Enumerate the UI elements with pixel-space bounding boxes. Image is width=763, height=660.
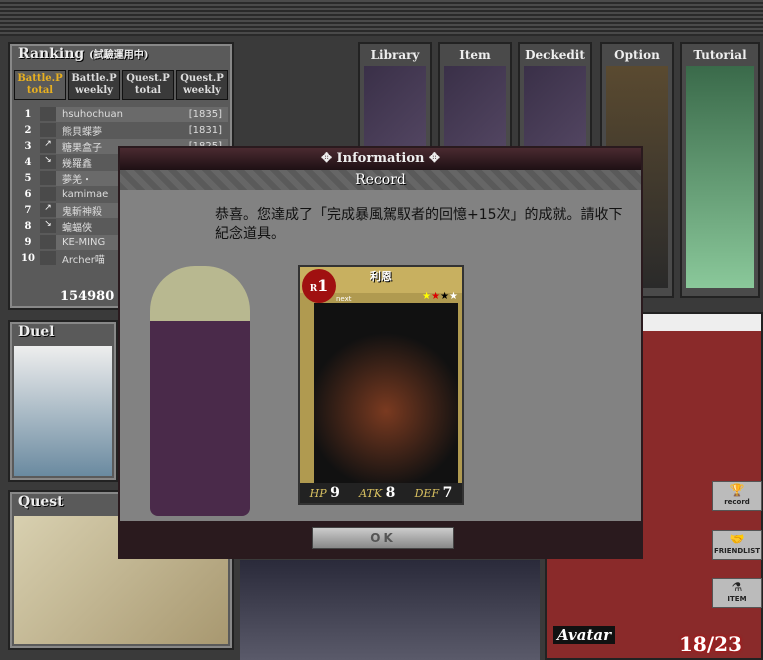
player-name: 熊貝蝶夢 bbox=[62, 126, 102, 138]
character-portrait bbox=[150, 266, 250, 516]
card-level-badge: R1 bbox=[302, 269, 336, 303]
ok-button[interactable]: OK bbox=[312, 527, 454, 549]
item-button[interactable]: ⚗ ITEM bbox=[712, 578, 762, 608]
tab-battle-weekly[interactable]: Battle.P weekly bbox=[68, 70, 120, 100]
rank-number: 6 bbox=[24, 188, 32, 200]
menu-label: Option bbox=[614, 48, 660, 62]
trend-arrow-icon: ↘ bbox=[40, 155, 56, 169]
menu-label: Library bbox=[370, 48, 420, 62]
rank-number: 8 bbox=[24, 220, 32, 232]
trend-arrow-icon: ↗ bbox=[40, 203, 56, 217]
avatar-count: 18/23 bbox=[679, 632, 742, 656]
quest-title: Quest bbox=[18, 494, 64, 510]
rank-number: 5 bbox=[24, 172, 32, 184]
def-value: 7 bbox=[442, 485, 453, 501]
hp-value: 9 bbox=[330, 485, 340, 501]
rank-number: 2 bbox=[24, 124, 32, 136]
potion-icon: ⚗ bbox=[731, 580, 743, 594]
player-name: 糖果盒子 bbox=[62, 142, 102, 154]
trend-arrow-icon bbox=[40, 123, 56, 137]
information-dialog: ✥ Information ✥ Record 恭喜。您達成了「完成暴風駕馭者的回… bbox=[118, 146, 643, 559]
rank-number: 9 bbox=[24, 236, 32, 248]
friendlist-button[interactable]: 🤝 FRIENDLIST bbox=[712, 530, 762, 560]
hp-label: HP bbox=[309, 487, 327, 500]
trend-arrow-icon: ↘ bbox=[40, 219, 56, 233]
ranking-title: Ranking (試驗運用中) bbox=[18, 46, 149, 62]
trend-arrow-icon bbox=[40, 235, 56, 249]
rank-number: 1 bbox=[24, 108, 32, 120]
trophy-icon: 🏆 bbox=[729, 483, 745, 497]
player-name: Archer喵 bbox=[62, 254, 105, 266]
reward-card: 利恩 R1 next ★★★★ HP 9 ATK 8 DEF 7 bbox=[298, 265, 464, 505]
card-stats: HP 9 ATK 8 DEF 7 bbox=[300, 483, 462, 503]
dialog-header: ✥ Information ✥ bbox=[120, 148, 641, 170]
rank-number: 10 bbox=[21, 252, 35, 264]
record-label: record bbox=[724, 498, 750, 506]
card-level: 1 bbox=[317, 276, 329, 295]
card-art bbox=[314, 303, 458, 483]
ranking-title-text: Ranking bbox=[18, 46, 85, 62]
player-name: KE-MING bbox=[62, 236, 106, 248]
avatar-label: Avatar bbox=[553, 626, 616, 644]
top-bar bbox=[0, 0, 763, 36]
player-name: kamimae bbox=[62, 188, 109, 200]
player-score: [1831] bbox=[188, 124, 222, 136]
ranking-subtitle: (試驗運用中) bbox=[89, 50, 149, 61]
player-score: [1835] bbox=[188, 108, 222, 120]
background-art bbox=[240, 560, 540, 660]
item-label: ITEM bbox=[727, 595, 747, 603]
menu-label: Tutorial bbox=[693, 48, 747, 62]
trend-arrow-icon bbox=[40, 107, 56, 121]
def-label: DEF bbox=[414, 487, 440, 500]
trend-arrow-icon bbox=[40, 187, 56, 201]
rank-number: 3 bbox=[24, 140, 32, 152]
dialog-title: Information bbox=[336, 151, 425, 166]
trend-arrow-icon bbox=[40, 251, 56, 265]
ranking-row[interactable]: 2 熊貝蝶夢 [1831] bbox=[16, 122, 228, 138]
player-name: 幾羅鑫 bbox=[62, 158, 92, 170]
trend-arrow-icon bbox=[40, 171, 56, 185]
player-name: 夢羌・ bbox=[62, 174, 92, 186]
points-total: 154980 bbox=[60, 289, 115, 304]
rank-number: 4 bbox=[24, 156, 32, 168]
trend-arrow-icon: ↗ bbox=[40, 139, 56, 153]
atk-value: 8 bbox=[385, 485, 396, 501]
menu-label: Item bbox=[459, 48, 491, 62]
menu-tutorial[interactable]: Tutorial bbox=[680, 42, 760, 298]
card-next: next bbox=[336, 295, 352, 303]
player-name: 鬼斬神殺 bbox=[62, 206, 102, 218]
player-name: 蝙蝠俠 bbox=[62, 222, 92, 234]
ranking-row[interactable]: 1 hsuhochuan [1835] bbox=[16, 106, 228, 122]
duel-panel[interactable]: Duel bbox=[8, 320, 118, 482]
card-stars: ★★★★ bbox=[422, 291, 458, 302]
tab-quest-weekly[interactable]: Quest.P weekly bbox=[176, 70, 228, 100]
dialog-message: 恭喜。您達成了「完成暴風駕馭者的回憶+15次」的成就。請收下紀念道具。 bbox=[215, 207, 623, 242]
dialog-subtitle: Record bbox=[120, 170, 641, 190]
menu-label: Deckedit bbox=[525, 48, 585, 62]
player-name: hsuhochuan bbox=[62, 108, 123, 120]
record-button[interactable]: 🏆 record bbox=[712, 481, 762, 511]
duel-title: Duel bbox=[18, 324, 55, 340]
friendlist-label: FRIENDLIST bbox=[713, 547, 761, 555]
tab-quest-total[interactable]: Quest.P total bbox=[122, 70, 174, 100]
atk-label: ATK bbox=[359, 487, 383, 500]
rank-number: 7 bbox=[24, 204, 32, 216]
handshake-icon: 🤝 bbox=[729, 532, 745, 546]
tab-battle-total[interactable]: Battle.P total bbox=[14, 70, 66, 100]
